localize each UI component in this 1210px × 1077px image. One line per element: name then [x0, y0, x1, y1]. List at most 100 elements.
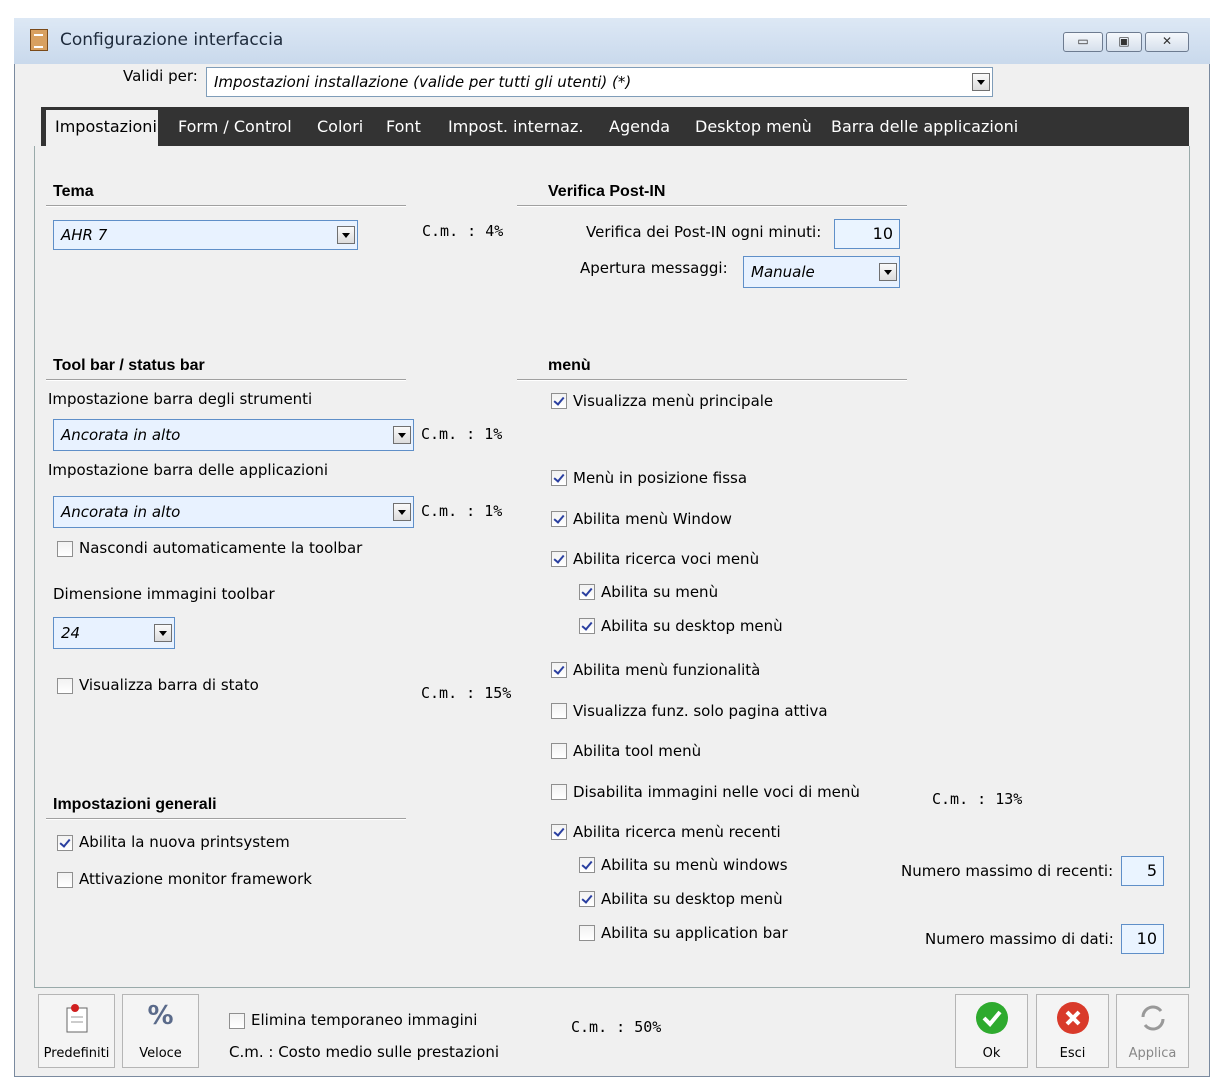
- toolbar-separator: [46, 379, 406, 381]
- tema-select[interactable]: AHR 7: [53, 220, 358, 250]
- postin-minutes-input[interactable]: 10: [834, 219, 900, 249]
- menu-separator: [517, 379, 907, 381]
- toolbar-applicazioni-select[interactable]: Ancorata in alto: [53, 496, 414, 528]
- menu-funzionalita-label: Abilita menù funzionalità: [573, 661, 761, 679]
- tab-agenda[interactable]: Agenda: [609, 117, 670, 136]
- document-pin-icon: [66, 1004, 88, 1033]
- close-circle-icon: [1057, 1002, 1089, 1034]
- menu-recenti-label: Abilita ricerca menù recenti: [573, 823, 781, 841]
- menu-principale-label: Visualizza menù principale: [573, 392, 774, 410]
- toolbar-applicazioni-label: Impostazione barra delle applicazioni: [48, 461, 329, 479]
- tool-menu-label: Abilita tool menù: [573, 742, 702, 760]
- max-dati-input[interactable]: 10: [1121, 924, 1164, 954]
- chevron-down-icon[interactable]: [337, 226, 355, 244]
- toolbar-img-label: Dimensione immagini toolbar: [53, 585, 275, 603]
- close-button[interactable]: ✕: [1145, 32, 1189, 52]
- postin-open-select[interactable]: Manuale: [743, 256, 900, 288]
- recenti-desktop-label: Abilita su desktop menù: [601, 890, 783, 908]
- monitor-checkbox[interactable]: [57, 872, 73, 888]
- menu-fissa-label: Menù in posizione fissa: [573, 469, 748, 487]
- tab-form-control[interactable]: Form / Control: [178, 117, 292, 136]
- postin-open-label: Apertura messaggi:: [580, 259, 728, 277]
- refresh-icon: [1141, 1005, 1165, 1031]
- maximize-button[interactable]: ▣: [1106, 32, 1142, 52]
- esci-button[interactable]: Esci: [1036, 994, 1109, 1068]
- recenti-windows-label: Abilita su menù windows: [601, 856, 788, 874]
- menu-funzionalita-checkbox[interactable]: [551, 662, 567, 678]
- chevron-down-icon[interactable]: [393, 426, 411, 444]
- percent-icon: %: [147, 1001, 174, 1031]
- menu-window-label: Abilita menù Window: [573, 510, 732, 528]
- footer-cm: C.m. : 50%: [571, 1018, 662, 1036]
- general-separator: [46, 818, 406, 820]
- ricerca-su-menu-checkbox[interactable]: [579, 584, 595, 600]
- tema-section-title: Tema: [53, 183, 94, 200]
- recenti-windows-checkbox[interactable]: [579, 857, 595, 873]
- toolbar-strumenti-select[interactable]: Ancorata in alto: [53, 419, 414, 451]
- toolbar-section-title: Tool bar / status bar: [53, 357, 205, 374]
- max-recenti-input[interactable]: 5: [1121, 856, 1164, 886]
- toolbar-cm: C.m. : 15%: [421, 684, 512, 702]
- tab-barra-applicazioni[interactable]: Barra delle applicazioni: [831, 117, 1018, 136]
- menu-cm: C.m. : 13%: [932, 790, 1023, 808]
- applica-button[interactable]: Applica: [1116, 994, 1189, 1068]
- hide-toolbar-label: Nascondi automaticamente la toolbar: [79, 539, 363, 557]
- general-section-title: Impostazioni generali: [53, 796, 217, 813]
- hide-toolbar-checkbox[interactable]: [57, 541, 73, 557]
- printsystem-label: Abilita la nuova printsystem: [79, 833, 290, 851]
- predefiniti-button[interactable]: Predefiniti: [38, 994, 115, 1068]
- tab-colori[interactable]: Colori: [317, 117, 363, 136]
- tab-impostazioni[interactable]: Impostazioni: [55, 117, 157, 136]
- toolbar-applicazioni-cm: C.m. : 1%: [421, 502, 503, 520]
- funz-pagina-attiva-checkbox[interactable]: [551, 703, 567, 719]
- elimina-temp-label: Elimina temporaneo immagini: [251, 1011, 478, 1029]
- monitor-label: Attivazione monitor framework: [79, 870, 312, 888]
- tema-cm: C.m. : 4%: [422, 222, 504, 240]
- tab-desktop-menu[interactable]: Desktop menù: [695, 117, 812, 136]
- toolbar-strumenti-cm: C.m. : 1%: [421, 425, 503, 443]
- chevron-down-icon[interactable]: [154, 624, 172, 642]
- tema-separator: [46, 205, 406, 207]
- ricerca-su-desktop-checkbox[interactable]: [579, 618, 595, 634]
- menu-section-title: menù: [548, 357, 591, 374]
- toolbar-strumenti-label: Impostazione barra degli strumenti: [48, 390, 313, 408]
- check-icon: [976, 1002, 1008, 1034]
- postin-minutes-label: Verifica dei Post-IN ogni minuti:: [586, 223, 822, 241]
- cm-legend: C.m. : Costo medio sulle prestazioni: [229, 1043, 499, 1061]
- menu-ricerca-checkbox[interactable]: [551, 551, 567, 567]
- disabilita-immagini-checkbox[interactable]: [551, 784, 567, 800]
- elimina-temp-checkbox[interactable]: [229, 1013, 245, 1029]
- ricerca-su-menu-label: Abilita su menù: [601, 583, 719, 601]
- valid-for-label: Validi per:: [123, 67, 198, 85]
- toolbar-img-select[interactable]: 24: [53, 617, 175, 649]
- statusbar-label: Visualizza barra di stato: [79, 676, 259, 694]
- tab-impost-internaz[interactable]: Impost. internaz.: [448, 117, 583, 136]
- ricerca-su-desktop-label: Abilita su desktop menù: [601, 617, 783, 635]
- recenti-appbar-checkbox[interactable]: [579, 925, 595, 941]
- chevron-down-icon[interactable]: [879, 263, 897, 281]
- disabilita-immagini-label: Disabilita immagini nelle voci di menù: [573, 783, 860, 801]
- menu-recenti-checkbox[interactable]: [551, 824, 567, 840]
- menu-principale-checkbox[interactable]: [551, 393, 567, 409]
- postin-separator: [517, 205, 907, 207]
- chevron-down-icon[interactable]: [393, 503, 411, 521]
- chevron-down-icon[interactable]: [972, 73, 990, 91]
- tool-menu-checkbox[interactable]: [551, 743, 567, 759]
- menu-fissa-checkbox[interactable]: [551, 470, 567, 486]
- window-title: Configurazione interfaccia: [60, 30, 284, 50]
- printsystem-checkbox[interactable]: [57, 835, 73, 851]
- ok-button[interactable]: Ok: [955, 994, 1028, 1068]
- recenti-desktop-checkbox[interactable]: [579, 891, 595, 907]
- max-dati-label: Numero massimo di dati:: [925, 930, 1114, 948]
- recenti-appbar-label: Abilita su application bar: [601, 924, 788, 942]
- menu-ricerca-label: Abilita ricerca voci menù: [573, 550, 760, 568]
- statusbar-checkbox[interactable]: [57, 678, 73, 694]
- funz-pagina-attiva-label: Visualizza funz. solo pagina attiva: [573, 702, 828, 720]
- menu-window-checkbox[interactable]: [551, 511, 567, 527]
- tab-font[interactable]: Font: [386, 117, 421, 136]
- veloce-button[interactable]: % Veloce: [122, 994, 199, 1068]
- max-recenti-label: Numero massimo di recenti:: [901, 862, 1114, 880]
- app-icon: [30, 29, 48, 51]
- valid-for-select[interactable]: Impostazioni installazione (valide per t…: [206, 67, 993, 97]
- minimize-button[interactable]: ▭: [1063, 32, 1103, 52]
